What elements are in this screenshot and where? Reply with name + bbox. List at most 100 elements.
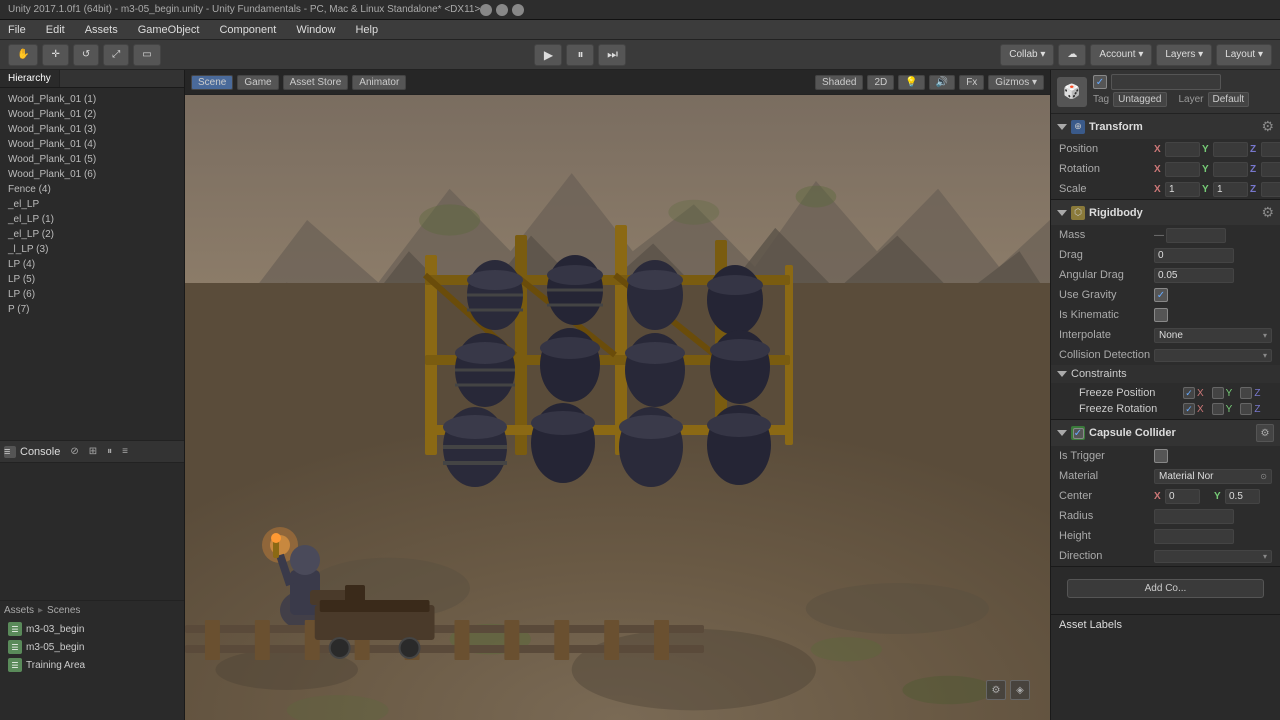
account-button[interactable]: Account ▾ bbox=[1090, 44, 1152, 66]
hierarchy-item[interactable]: _el_LP (1) bbox=[0, 212, 184, 227]
scale-x-input[interactable]: 1 bbox=[1165, 182, 1200, 197]
layer-dropdown[interactable]: Default bbox=[1208, 92, 1250, 107]
menu-gameobject[interactable]: GameObject bbox=[134, 24, 204, 36]
collab-button[interactable]: Collab ▾ bbox=[1000, 44, 1054, 66]
center-y-input[interactable]: 0.5 bbox=[1225, 489, 1260, 504]
collision-detection-dropdown[interactable]: ▾ bbox=[1154, 349, 1272, 362]
add-component-button[interactable]: Add Co... bbox=[1067, 579, 1264, 598]
constraints-header[interactable]: Constraints bbox=[1051, 365, 1280, 383]
position-y-input[interactable] bbox=[1213, 142, 1248, 157]
hand-tool-button[interactable]: ✋ bbox=[8, 44, 38, 66]
rect-tool-button[interactable]: ▭ bbox=[133, 44, 160, 66]
scale-z-input[interactable] bbox=[1261, 182, 1280, 197]
position-x-input[interactable] bbox=[1165, 142, 1200, 157]
menu-component[interactable]: Component bbox=[215, 24, 280, 36]
is-kinematic-checkbox[interactable] bbox=[1154, 308, 1168, 322]
hierarchy-item[interactable]: Wood_Plank_01 (5) bbox=[0, 152, 184, 167]
hierarchy-item[interactable]: Wood_Plank_01 (6) bbox=[0, 167, 184, 182]
hierarchy-tab[interactable]: Hierarchy bbox=[0, 70, 60, 87]
mass-input[interactable] bbox=[1166, 228, 1226, 243]
rigidbody-settings-button[interactable]: ⚙ bbox=[1261, 204, 1274, 221]
freeze-rot-z-checkbox[interactable] bbox=[1240, 403, 1252, 415]
scale-y-input[interactable]: 1 bbox=[1213, 182, 1248, 197]
view-shaded-button[interactable]: Shaded bbox=[815, 75, 863, 90]
scale-tool-button[interactable]: ⤢ bbox=[103, 44, 129, 66]
view-light-button[interactable]: 💡 bbox=[898, 75, 924, 90]
hierarchy-item[interactable]: Wood_Plank_01 (4) bbox=[0, 137, 184, 152]
hierarchy-item[interactable]: Fence (4) bbox=[0, 182, 184, 197]
menu-edit[interactable]: Edit bbox=[42, 24, 69, 36]
tag-dropdown[interactable]: Untagged bbox=[1113, 92, 1166, 107]
interpolate-dropdown[interactable]: None ▾ bbox=[1154, 328, 1272, 343]
viewport-tab-game[interactable]: Game bbox=[237, 75, 278, 90]
viewport-tab-scene[interactable]: Scene bbox=[191, 75, 233, 90]
rigidbody-collapse-arrow[interactable] bbox=[1057, 210, 1067, 216]
hierarchy-item[interactable]: LP (6) bbox=[0, 287, 184, 302]
freeze-rot-y-checkbox[interactable] bbox=[1212, 403, 1224, 415]
view-2d-button[interactable]: 2D bbox=[867, 75, 894, 90]
freeze-pos-y-checkbox[interactable] bbox=[1212, 387, 1224, 399]
gizmo-icon-2[interactable]: ◈ bbox=[1010, 680, 1030, 700]
console-more-button[interactable]: ≡ bbox=[118, 445, 132, 458]
pause-button[interactable]: ⏸ bbox=[566, 44, 594, 66]
layers-button[interactable]: Layers ▾ bbox=[1156, 44, 1212, 66]
rotate-tool-button[interactable]: ↺ bbox=[73, 44, 99, 66]
scene-file-training[interactable]: ☰ Training Area bbox=[4, 656, 180, 674]
hierarchy-item[interactable]: P (7) bbox=[0, 302, 184, 317]
rotation-y-input[interactable] bbox=[1213, 162, 1248, 177]
rotation-x-input[interactable] bbox=[1165, 162, 1200, 177]
transform-header[interactable]: ⊕ Transform ⚙ bbox=[1051, 114, 1280, 139]
viewport-tab-animator[interactable]: Animator bbox=[352, 75, 406, 90]
hierarchy-item[interactable]: _el_LP (2) bbox=[0, 227, 184, 242]
radius-input[interactable] bbox=[1154, 509, 1234, 524]
drag-input[interactable]: 0 bbox=[1154, 248, 1234, 263]
freeze-pos-z-checkbox[interactable] bbox=[1240, 387, 1252, 399]
menu-window[interactable]: Window bbox=[292, 24, 339, 36]
breadcrumb-scenes[interactable]: Scenes bbox=[47, 605, 80, 616]
scene-render-area[interactable]: ⚙ ◈ bbox=[185, 95, 1050, 720]
freeze-pos-x-checkbox[interactable] bbox=[1183, 387, 1195, 399]
gizmo-icon-1[interactable]: ⚙ bbox=[986, 680, 1006, 700]
close-button[interactable] bbox=[512, 4, 524, 16]
viewport-tab-assetstore[interactable]: Asset Store bbox=[283, 75, 349, 90]
capsule-collider-settings-button[interactable]: ⚙ bbox=[1256, 424, 1274, 442]
view-fx-button[interactable]: Fx bbox=[959, 75, 984, 90]
hierarchy-item[interactable]: Wood_Plank_01 (3) bbox=[0, 122, 184, 137]
direction-dropdown[interactable]: ▾ bbox=[1154, 550, 1272, 563]
material-dropdown[interactable]: Material Nor ⊙ bbox=[1154, 469, 1272, 484]
view-audio-button[interactable]: 🔊 bbox=[929, 75, 955, 90]
window-controls[interactable] bbox=[480, 4, 524, 16]
layout-button[interactable]: Layout ▾ bbox=[1216, 44, 1272, 66]
cloud-button[interactable]: ☁ bbox=[1058, 44, 1086, 66]
transform-collapse-arrow[interactable] bbox=[1057, 124, 1067, 130]
minimize-button[interactable] bbox=[480, 4, 492, 16]
console-pause-button[interactable]: ⏸ bbox=[103, 445, 116, 458]
hierarchy-item[interactable]: Wood_Plank_01 (1) bbox=[0, 92, 184, 107]
rigidbody-header[interactable]: ⬡ Rigidbody ⚙ bbox=[1051, 200, 1280, 225]
is-trigger-checkbox[interactable] bbox=[1154, 449, 1168, 463]
scene-file-m305[interactable]: ☰ m3-05_begin bbox=[4, 638, 180, 656]
rotation-z-input[interactable] bbox=[1261, 162, 1280, 177]
hierarchy-item[interactable]: Wood_Plank_01 (2) bbox=[0, 107, 184, 122]
menu-help[interactable]: Help bbox=[351, 24, 382, 36]
capsule-collider-enable[interactable] bbox=[1071, 426, 1085, 440]
use-gravity-checkbox[interactable] bbox=[1154, 288, 1168, 302]
angular-drag-input[interactable]: 0.05 bbox=[1154, 268, 1234, 283]
move-tool-button[interactable]: ✛ bbox=[42, 44, 68, 66]
breadcrumb-assets[interactable]: Assets bbox=[4, 605, 34, 616]
scene-file-m303[interactable]: ☰ m3-03_begin bbox=[4, 620, 180, 638]
object-name-input[interactable] bbox=[1111, 74, 1221, 90]
transform-settings-button[interactable]: ⚙ bbox=[1261, 118, 1274, 135]
hierarchy-item[interactable]: _el_LP bbox=[0, 197, 184, 212]
capsule-collider-header[interactable]: Capsule Collider ⚙ bbox=[1051, 420, 1280, 446]
height-input[interactable] bbox=[1154, 529, 1234, 544]
view-gizmos-button[interactable]: Gizmos ▾ bbox=[988, 75, 1044, 90]
console-clear-button[interactable]: ⊘ bbox=[66, 445, 82, 458]
step-button[interactable]: ⏭ bbox=[598, 44, 626, 66]
maximize-button[interactable] bbox=[496, 4, 508, 16]
capsule-collider-arrow[interactable] bbox=[1057, 430, 1067, 436]
viewport[interactable]: Scene Game Asset Store Animator Shaded 2… bbox=[185, 70, 1050, 720]
position-z-input[interactable] bbox=[1261, 142, 1280, 157]
menu-assets[interactable]: Assets bbox=[81, 24, 122, 36]
object-active-checkbox[interactable] bbox=[1093, 75, 1107, 89]
